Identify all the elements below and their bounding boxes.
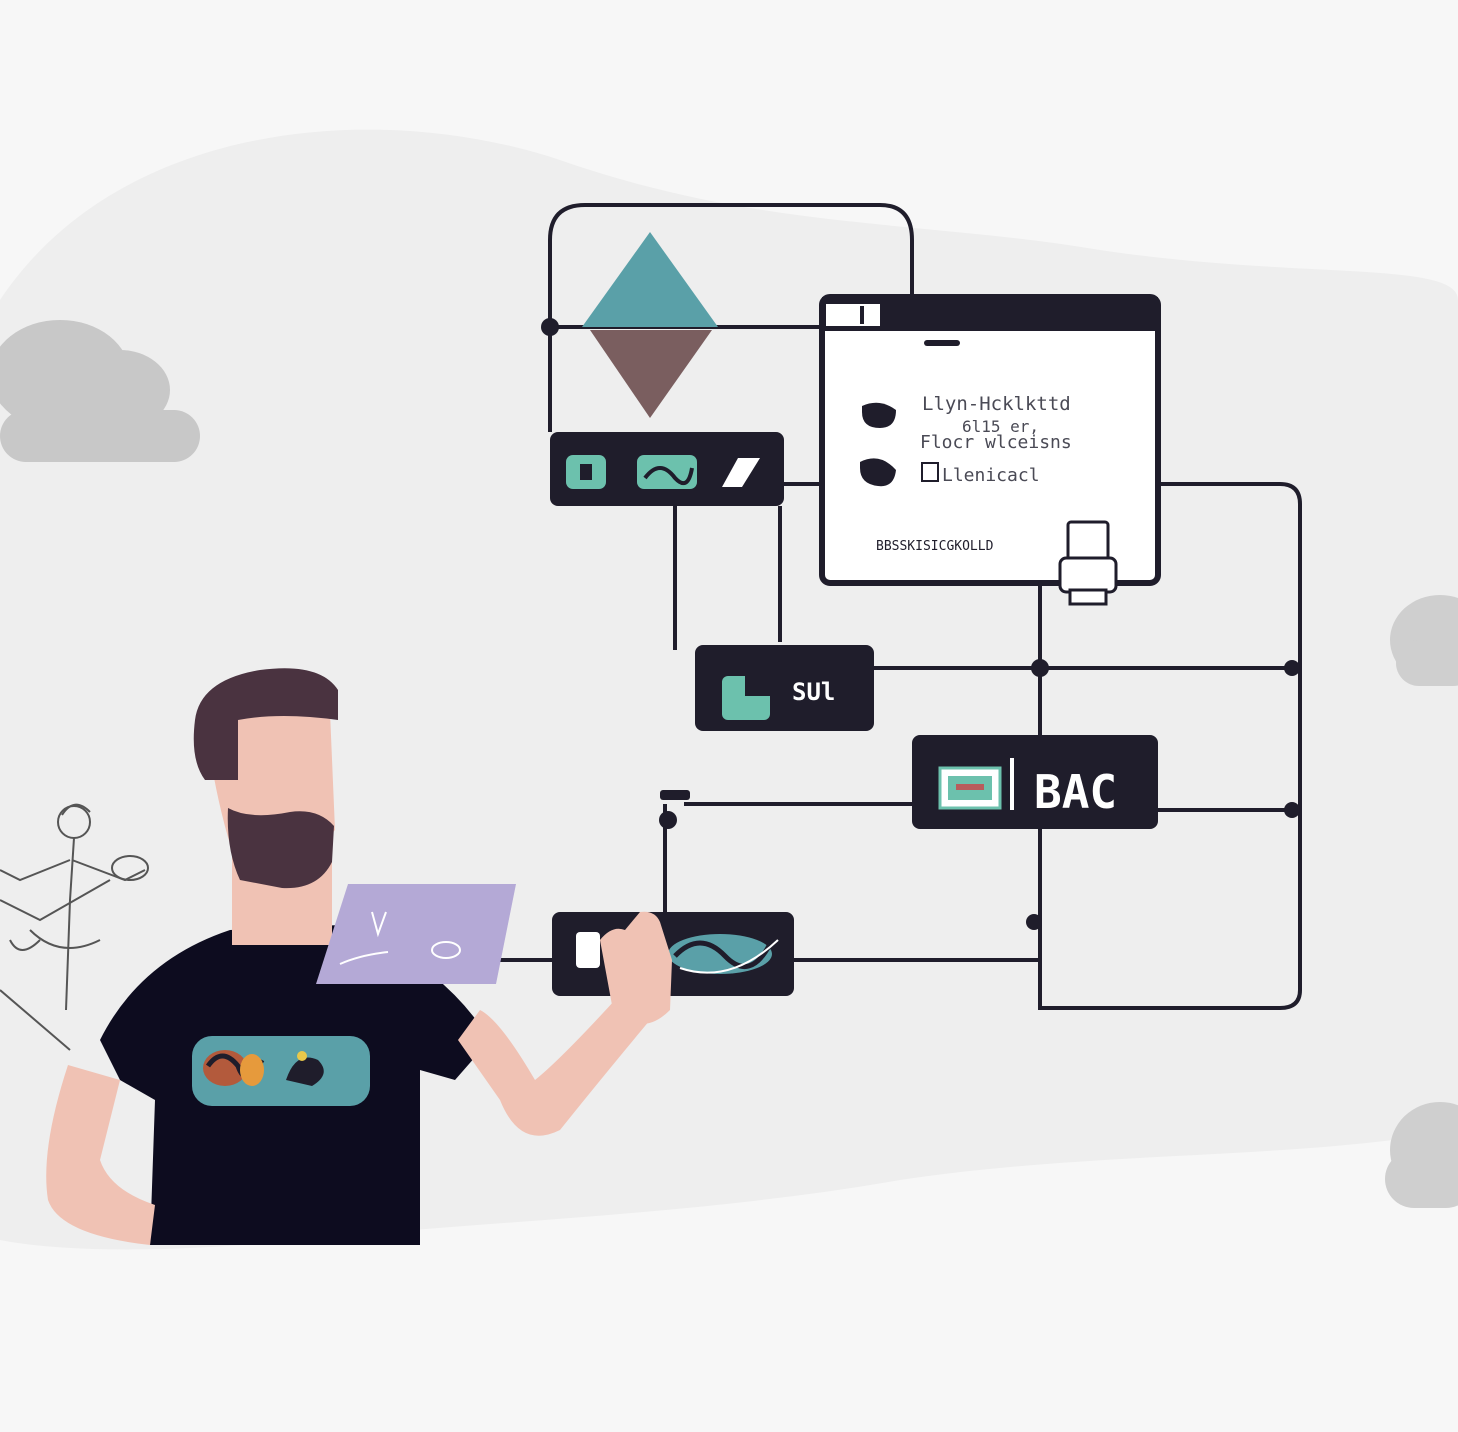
window-panel: Llyn-Hcklkttd 6l15 er, Flocr wlceisns Ll… — [819, 294, 1161, 606]
shirt-graphic — [192, 1036, 370, 1106]
window-footer-text: BBSSKISICGKOLLD — [876, 539, 994, 554]
node-middle: SUl — [695, 645, 874, 731]
usb-plug-icon — [1058, 520, 1118, 606]
window-text-line-1: Llyn-Hcklkttd — [922, 393, 1071, 415]
floating-tablet — [316, 884, 516, 984]
window-text-line-4: Llenicacl — [942, 465, 1040, 486]
node-bottom — [552, 912, 794, 996]
window-text-line-3: Flocr wlceisns — [920, 432, 1072, 453]
person-beard — [227, 808, 334, 889]
toolbar-node — [550, 432, 784, 506]
node-middle-label: SUl — [792, 678, 835, 706]
flowchart-illustration: Llyn-Hcklkttd 6l15 er, Flocr wlceisns Ll… — [0, 129, 1458, 1250]
node-right-label: BAC — [1034, 765, 1117, 819]
node-right: BAC — [912, 735, 1158, 829]
